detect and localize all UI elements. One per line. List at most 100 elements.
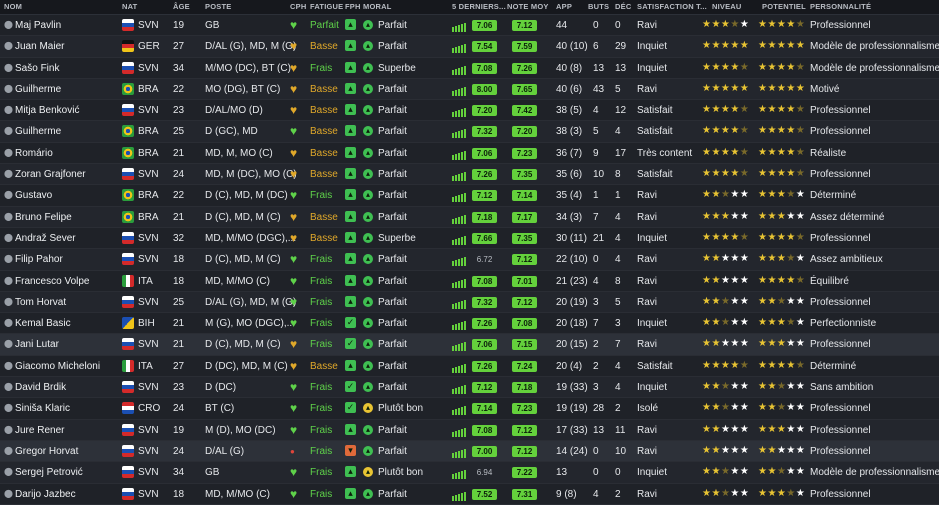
player-name[interactable]: Sergej Petrović [15,467,83,478]
table-row[interactable]: ⬤ Siniša Klaric CRO 24 BT (C) ♥ Frais ✓ … [0,398,939,420]
table-row[interactable]: ⬤ Francesco Volpe ITA 18 MD, M/MO (C) ♥ … [0,271,939,292]
player-name[interactable]: Siniša Klaric [15,403,70,414]
fitness-arrow-icon: ✓ [345,402,356,414]
player-name[interactable]: Jani Lutar [15,339,59,350]
header-fph[interactable]: FPH [345,2,361,11]
form-bars-icon [452,191,467,203]
header-potentiel[interactable]: POTENTIEL [762,2,806,11]
average-rating: 7.01 [512,275,537,287]
header-age[interactable]: ÂGE [173,2,190,11]
table-row[interactable]: ⬤ Kemal Basic BIH 21 M (G), MO (DGC),...… [0,313,939,335]
player-name[interactable]: Filip Pahor [15,254,63,265]
player-morale: Plutôt bon [378,403,424,415]
player-age: 18 [173,254,185,266]
player-name[interactable]: Darijo Jazbec [15,489,76,500]
table-row[interactable]: ⬤ Darijo Jazbec SVN 18 MD, M/MO (C) ♥ Fr… [0,484,939,505]
header-poste[interactable]: POSTE [205,2,231,11]
table-row[interactable]: ⬤ Romário BRA 21 MD, M, MO (C) ♥ Basse ▴… [0,143,939,165]
appearances: 40 (10) [556,41,588,53]
average-rating: 7.20 [512,126,537,138]
header-moral[interactable]: MORAL [363,2,392,11]
table-row[interactable]: ⬤ Bruno Felipe BRA 21 D (C), MD, M (C) ♥… [0,206,939,228]
table-row[interactable]: ⬤ Jani Lutar SVN 21 D (C), MD, M (C) ♥ F… [0,334,939,356]
table-row[interactable]: ⬤ Guilherme BRA 22 MO (DG), BT (C) ♥ Bas… [0,78,939,101]
player-morale: Superbe [378,232,416,244]
table-row[interactable]: ⬤ Andraž Sever SVN 32 MD, M/MO (DGC),...… [0,228,939,250]
header-satisfaction[interactable]: SATISFACTION T... [637,2,707,11]
header-fatigue[interactable]: FATIGUE [310,2,343,11]
appearances: 35 (6) [556,169,583,181]
player-fatigue: Basse [310,211,338,223]
goals: 28 [593,403,605,415]
header-nat[interactable]: NAT [122,2,137,11]
goals: 0 [593,467,599,479]
fitness-arrow-icon: ▴ [345,168,356,180]
potential-stars-icon: ★★★★★ [758,338,806,350]
nationality-flag-icon [122,253,134,266]
player-name[interactable]: Tom Horvat [15,297,66,308]
table-row[interactable]: ⬤ Jure Rener SVN 19 M (D), MO (DC) ♥ Fra… [0,419,939,441]
player-nationality: SVN [138,254,159,266]
header-niveau[interactable]: NIVEAU [712,2,742,11]
player-icon: ⬤ [4,211,13,221]
player-name[interactable]: Guilherme [15,126,61,137]
table-row[interactable]: ⬤ Mitja Benković SVN 23 D/AL/MO (D) ♥ Ba… [0,100,939,122]
player-name[interactable]: Romário [15,148,53,159]
table-row[interactable]: ⬤ Juan Maier GER 27 D/AL (G), MD, M (G) … [0,36,939,58]
header-derniers[interactable]: 5 DERNIERS... [452,2,506,11]
table-row[interactable]: ⬤ Giacomo Micheloni ITA 27 D (DC), MD, M… [0,356,939,378]
form-bars-icon [452,127,467,139]
ability-stars-icon: ★★★★★ [702,402,750,414]
condition-heart-icon: ♥ [290,145,298,160]
player-nationality: SVN [138,62,159,74]
player-name[interactable]: Gustavo [15,190,52,201]
table-row[interactable]: ⬤ Maj Pavlin SVN 19 GB ♥ Parfait ▴ ▴ Par… [0,15,939,37]
player-name[interactable]: Jure Rener [15,425,64,436]
player-fatigue: Frais [310,382,333,394]
assists: 0 [615,467,621,479]
player-name[interactable]: Giacomo Micheloni [15,361,100,372]
player-position: MD, M/MO (DGC),... [205,232,297,244]
player-name[interactable]: Gregor Horvat [15,446,78,457]
player-name[interactable]: Juan Maier [15,41,64,52]
header-app[interactable]: APP [556,2,572,11]
player-name[interactable]: Francesco Volpe [15,276,90,287]
player-age: 21 [173,318,185,330]
appearances: 19 (33) [556,382,588,394]
condition-heart-icon: ♥ [290,103,298,118]
header-buts[interactable]: BUTS [588,2,609,11]
table-row[interactable]: ⬤ Sergej Petrović SVN 34 GB ♥ Frais ▴ ▴ … [0,462,939,484]
header-nom[interactable]: NOM [4,2,22,11]
player-name[interactable]: Andraž Sever [15,233,76,244]
table-row[interactable]: ⬤ Sašo Fink SVN 34 M/MO (DC), BT (C) ♥ F… [0,58,939,79]
player-name[interactable]: Guilherme [15,84,61,95]
player-position: M (D), MO (DC) [205,424,276,436]
player-name[interactable]: Maj Pavlin [15,20,61,31]
table-row[interactable]: ⬤ Tom Horvat SVN 25 D/AL (G), MD, M (G) … [0,291,939,314]
table-row[interactable]: ⬤ Zoran Grajfoner SVN 24 MD, M (DC), MO … [0,164,939,186]
player-name[interactable]: Zoran Grajfoner [15,169,86,180]
header-note-moy[interactable]: NOTE MOY [507,2,549,11]
header-cph[interactable]: CPH [290,2,306,11]
table-row[interactable]: ⬤ David Brdik SVN 23 D (DC) ♥ Frais ✓ ▴ … [0,377,939,399]
table-row[interactable]: ⬤ Gustavo BRA 22 D (C), MD, M (DC) ♥ Fra… [0,185,939,207]
assists: 10 [615,445,627,457]
player-name[interactable]: Mitja Benković [15,105,79,116]
last-5-rating: 7.26 [472,169,497,181]
morale-icon: ▴ [363,403,373,414]
header-dec[interactable]: DÉC [615,2,631,11]
last-5-rating: 7.06 [472,339,497,351]
table-row[interactable]: ⬤ Guilherme BRA 25 D (GC), MD ♥ Basse ▴ … [0,121,939,143]
potential-stars-icon: ★★★★★ [758,444,806,456]
header-personnalite[interactable]: PERSONNALITÉ [810,2,871,11]
player-name[interactable]: Sašo Fink [15,63,59,74]
appearances: 14 (24) [556,445,588,457]
table-row[interactable]: ⬤ Filip Pahor SVN 18 D (C), MD, M (C) ♥ … [0,249,939,271]
player-nationality: SVN [138,296,159,308]
table-row[interactable]: ⬤ Gregor Horvat SVN 24 D/AL (G) ● Frais … [0,440,939,463]
personality: Professionnel [810,232,871,244]
player-name[interactable]: David Brdik [15,382,66,393]
player-name[interactable]: Kemal Basic [15,318,71,329]
player-name[interactable]: Bruno Felipe [15,212,72,223]
morale-icon: ▴ [363,190,373,201]
